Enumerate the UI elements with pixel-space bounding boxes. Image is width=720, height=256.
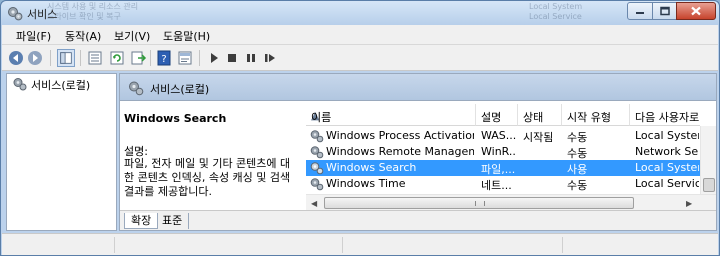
- back-arrow-icon[interactable]: [7, 49, 25, 67]
- service-description: 네트...: [481, 179, 512, 192]
- vertical-scroll-thumb[interactable]: [703, 178, 715, 192]
- close-icon: [691, 6, 701, 16]
- service-description: WAS...: [481, 129, 517, 142]
- tree-item-label: 서비스(로컬): [31, 79, 91, 92]
- start-service-icon[interactable]: [205, 49, 223, 67]
- service-description: WinR...: [481, 145, 517, 158]
- description-text: 파일, 전자 메일 및 기타 콘텐츠에 대 한 콘텐츠 인덱싱, 속성 캐싱 및…: [124, 157, 291, 198]
- service-logon-as: Local System: [635, 129, 699, 142]
- background-window-text-right: Local System Local Service: [529, 2, 583, 21]
- service-gear-icon: [310, 130, 324, 143]
- toolbar-separator: [80, 50, 81, 66]
- vertical-scrollbar[interactable]: [700, 126, 716, 194]
- service-startup-type: 수동: [567, 131, 587, 144]
- services-gear-icon: [8, 7, 23, 21]
- pane-header: 서비스(로컬): [120, 74, 716, 101]
- tab-extended[interactable]: 확장: [124, 213, 159, 229]
- selected-service-name: Windows Search: [124, 112, 227, 125]
- services-list: ▲ 이름 설명 상태 시작 유형 다음 사용자로 Windows Process…: [306, 104, 716, 210]
- column-header-status[interactable]: 상태: [518, 104, 562, 126]
- pane-title: 서비스(로컬): [150, 83, 210, 96]
- column-header-logon-as[interactable]: 다음 사용자로: [630, 104, 700, 126]
- service-description-panel: Windows Search 설명: 파일, 전자 메일 및 기타 콘텐츠에 대…: [120, 102, 306, 202]
- svg-text:?: ?: [161, 54, 166, 65]
- service-logon-as: Local Service: [635, 177, 699, 190]
- minimize-icon: [636, 12, 644, 14]
- properties-icon[interactable]: [176, 49, 194, 67]
- menu-view[interactable]: 보기(V): [114, 28, 150, 44]
- service-name: Windows Search: [326, 161, 417, 174]
- column-header-name[interactable]: ▲ 이름: [306, 104, 476, 126]
- service-logon-as: Network Serv: [635, 145, 699, 158]
- export-list-icon[interactable]: [129, 49, 147, 67]
- table-row[interactable]: Windows Time 네트... 수동 Local Service: [306, 176, 716, 192]
- table-row[interactable]: Windows Remote Manageme... WinR... 수동 Ne…: [306, 144, 716, 160]
- minimize-button[interactable]: [627, 2, 653, 20]
- toolbar-separator: [50, 50, 51, 66]
- pause-service-icon[interactable]: [242, 49, 260, 67]
- service-gear-icon: [310, 162, 324, 175]
- tab-standard[interactable]: 표준: [156, 213, 190, 229]
- service-name: Windows Remote Manageme...: [326, 145, 474, 158]
- column-header-description[interactable]: 설명: [476, 104, 518, 126]
- view-tabs: 확장 표준: [120, 210, 716, 230]
- scroll-grip: [475, 201, 485, 206]
- table-row[interactable]: Windows Process Activation ... WAS... 시작…: [306, 128, 716, 144]
- status-bar-segment: [562, 237, 563, 253]
- service-logon-as: Local System: [635, 161, 699, 174]
- console-tree-pane: 서비스(로컬): [6, 73, 117, 231]
- scroll-right-icon[interactable]: ▶: [686, 199, 692, 208]
- service-name: Windows Process Activation ...: [326, 129, 474, 142]
- service-description: 파일,...: [481, 163, 516, 176]
- stop-service-icon[interactable]: [223, 49, 241, 67]
- help-icon[interactable]: ?: [155, 49, 173, 67]
- menu-file[interactable]: 파일(F): [16, 28, 51, 44]
- menu-help[interactable]: 도움말(H): [163, 28, 210, 44]
- service-startup-type: 사용 안 함: [567, 163, 587, 176]
- service-gear-icon: [310, 178, 324, 191]
- services-gear-icon: [129, 81, 144, 96]
- service-startup-type: 수동: [567, 147, 587, 160]
- toolbar-separator: [199, 50, 200, 66]
- horizontal-scrollbar[interactable]: ◀ ▶: [306, 194, 716, 210]
- close-button[interactable]: [676, 2, 716, 20]
- maximize-icon: [659, 6, 670, 16]
- refresh-icon[interactable]: [108, 49, 126, 67]
- toolbar: ?: [2, 45, 718, 71]
- status-bar: [2, 233, 718, 255]
- forward-arrow-icon[interactable]: [26, 49, 44, 67]
- scroll-left-icon[interactable]: ◀: [311, 199, 317, 208]
- services-pane: 서비스(로컬) Windows Search 설명: 파일, 전자 메일 및 기…: [119, 73, 717, 231]
- column-header-startup-type[interactable]: 시작 유형: [562, 104, 630, 126]
- background-window-text: 시스템 사용 및 리소스 관리 드라이브 확인 및 복구: [47, 2, 139, 21]
- title-bar[interactable]: 서비스 시스템 사용 및 리소스 관리 드라이브 확인 및 복구 Local S…: [1, 1, 719, 25]
- service-name: Windows Time: [326, 177, 406, 190]
- menu-bar: 파일(F) 동작(A) 보기(V) 도움말(H): [2, 25, 718, 45]
- service-gear-icon: [310, 146, 324, 159]
- service-status: 시작됨: [523, 131, 554, 144]
- menu-action[interactable]: 동작(A): [65, 28, 101, 44]
- console-tree-icon[interactable]: [57, 49, 75, 67]
- status-bar-segment: [342, 237, 343, 253]
- table-row-selected[interactable]: Windows Search 파일,... 사용 안 함 Local Syste…: [306, 160, 716, 176]
- restart-service-icon[interactable]: [261, 49, 279, 67]
- services-window: 서비스 시스템 사용 및 리소스 관리 드라이브 확인 및 복구 Local S…: [0, 0, 720, 256]
- services-gear-icon: [13, 78, 27, 91]
- maximize-button[interactable]: [652, 2, 677, 20]
- status-bar-segment: [114, 237, 115, 253]
- service-startup-type: 수동: [567, 179, 587, 192]
- list-view-icon[interactable]: [86, 49, 104, 67]
- toolbar-separator: [150, 50, 151, 66]
- horizontal-scroll-thumb[interactable]: [324, 197, 634, 209]
